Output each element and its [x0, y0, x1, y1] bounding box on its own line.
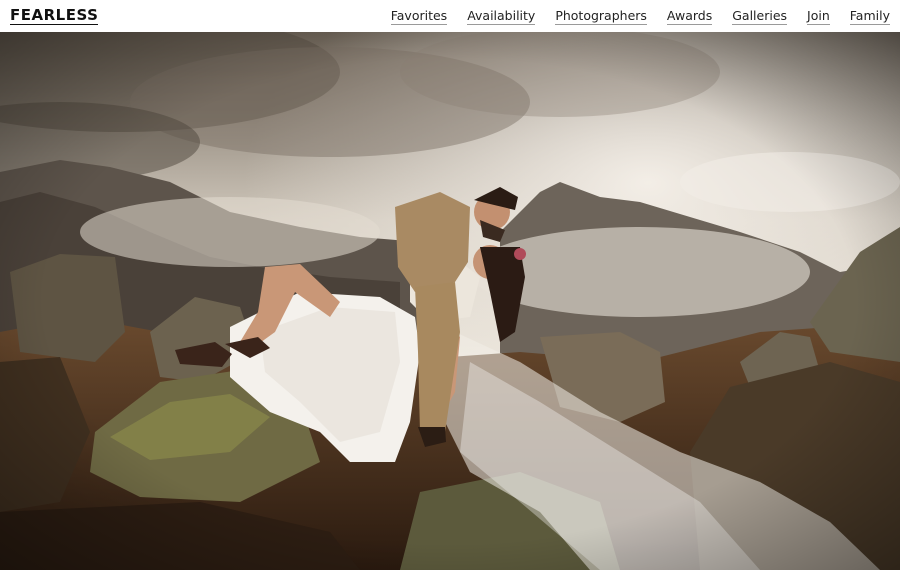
- nav-item-awards[interactable]: Awards: [666, 8, 713, 25]
- nav-item-galleries[interactable]: Galleries: [732, 8, 788, 25]
- top-navigation-bar: FEARLESS Favorites Availability Photogra…: [0, 0, 900, 32]
- main-nav: Favorites Availability Photographers Awa…: [371, 8, 890, 25]
- nav-item-favorites[interactable]: Favorites: [390, 8, 448, 25]
- nav-item-availability[interactable]: Availability: [467, 8, 536, 25]
- nav-item-join[interactable]: Join: [807, 8, 830, 25]
- nav-item-family[interactable]: Family: [849, 8, 890, 25]
- site-logo[interactable]: FEARLESS: [10, 7, 99, 25]
- wedding-couple-mountain-photo: [0, 32, 900, 570]
- hero-photo[interactable]: [0, 32, 900, 570]
- nav-item-photographers[interactable]: Photographers: [555, 8, 647, 25]
